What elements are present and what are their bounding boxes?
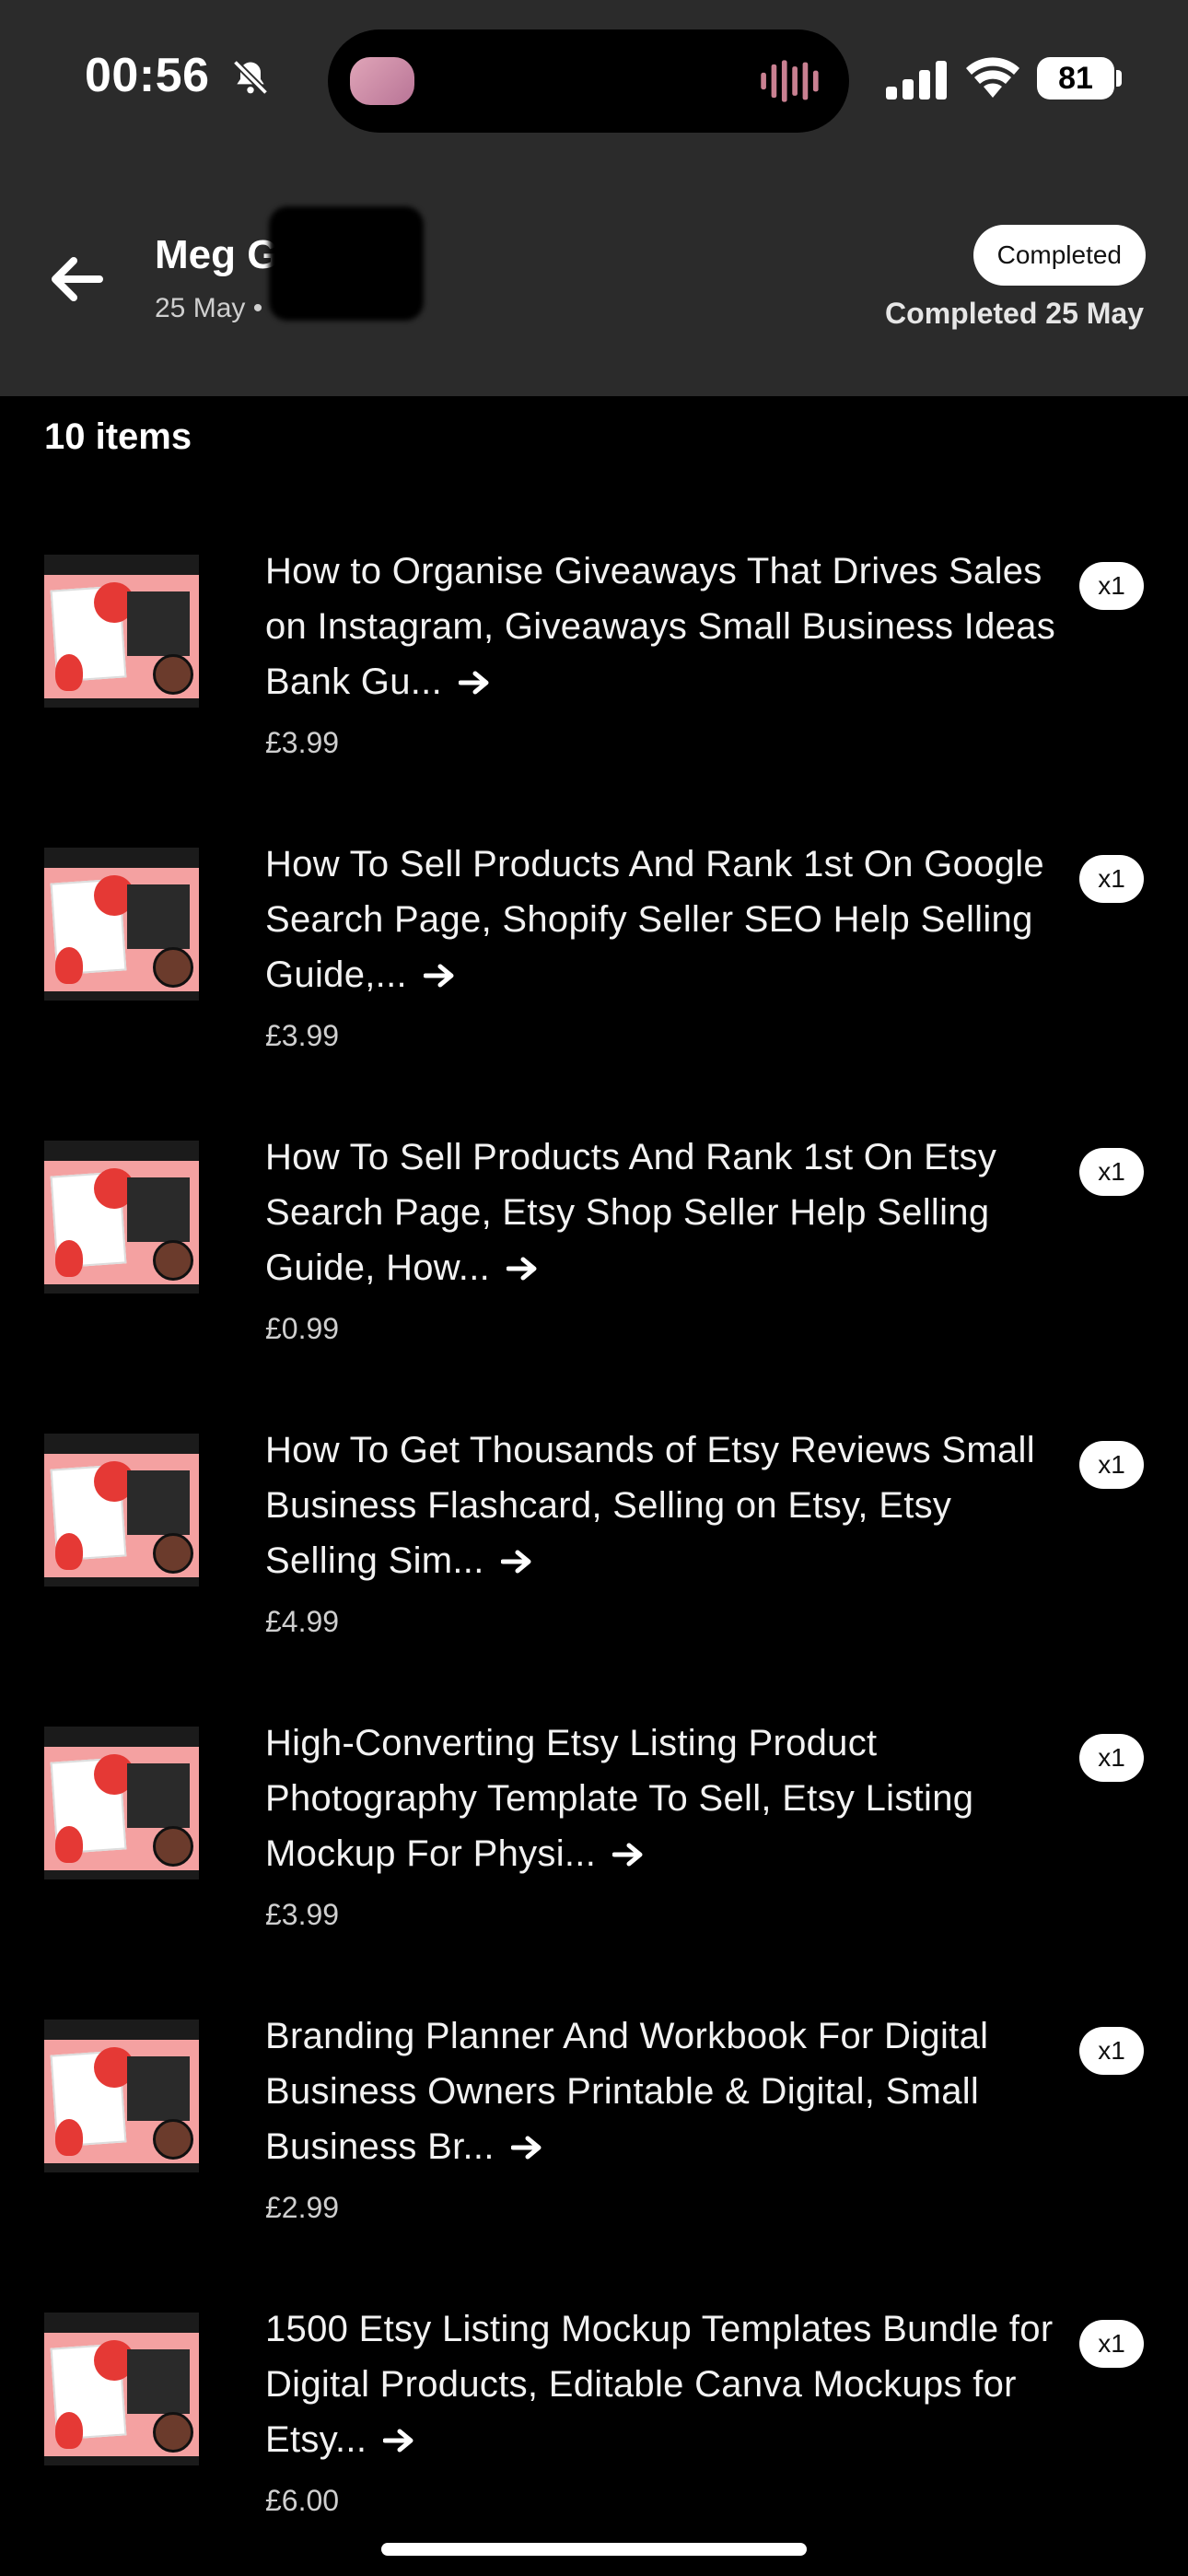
- product-title[interactable]: 1500 Etsy Listing Mockup Templates Bundl…: [265, 2301, 1057, 2467]
- items-count: 10 items: [44, 416, 192, 457]
- status-bar: 00:56 81: [0, 0, 1188, 157]
- order-item[interactable]: 1500 Etsy Listing Mockup Templates Bundl…: [0, 2283, 1188, 2576]
- now-playing-artwork-icon: [350, 57, 414, 105]
- quantity-badge: x1: [1079, 855, 1144, 903]
- quantity-badge: x1: [1079, 2027, 1144, 2075]
- product-thumbnail[interactable]: [44, 555, 199, 708]
- product-price: £3.99: [265, 726, 340, 759]
- status-badge: Completed: [973, 225, 1146, 286]
- arrow-right-icon: [500, 1550, 531, 1574]
- product-title[interactable]: Branding Planner And Workbook For Digita…: [265, 2008, 1057, 2174]
- arrow-right-icon: [423, 964, 454, 988]
- product-price: £2.99: [265, 2191, 340, 2224]
- product-price: £3.99: [265, 1898, 340, 1931]
- order-item[interactable]: How To Sell Products And Rank 1st On Ets…: [0, 1111, 1188, 1404]
- order-header: 00:56 81 Meg G 25 May • Completed Comple…: [0, 0, 1188, 396]
- home-indicator[interactable]: [381, 2543, 807, 2556]
- order-item[interactable]: High-Converting Etsy Listing Product Pho…: [0, 1697, 1188, 1990]
- wifi-icon: [966, 57, 1019, 98]
- battery-level: 81: [1037, 57, 1114, 100]
- battery-cap: [1116, 70, 1122, 87]
- product-thumbnail[interactable]: [44, 1727, 199, 1879]
- dynamic-island[interactable]: [328, 29, 849, 133]
- product-thumbnail[interactable]: [44, 1434, 199, 1587]
- arrow-right-icon: [510, 2136, 542, 2160]
- product-price: £0.99: [265, 1312, 340, 1345]
- product-thumbnail[interactable]: [44, 1141, 199, 1294]
- clock: 00:56: [85, 49, 210, 102]
- arrow-right-icon: [383, 2429, 413, 2453]
- product-thumbnail[interactable]: [44, 2020, 199, 2172]
- quantity-badge: x1: [1079, 1441, 1144, 1489]
- quantity-badge: x1: [1079, 562, 1144, 610]
- product-title[interactable]: High-Converting Etsy Listing Product Pho…: [265, 1715, 1057, 1881]
- product-thumbnail[interactable]: [44, 2313, 199, 2465]
- product-price: £4.99: [265, 1605, 340, 1638]
- quantity-badge: x1: [1079, 1148, 1144, 1196]
- product-title[interactable]: How To Get Thousands of Etsy Reviews Sma…: [265, 1423, 1057, 1588]
- customer-name: Meg G: [155, 232, 279, 277]
- arrow-right-icon: [612, 1843, 643, 1867]
- product-price: £3.99: [265, 1019, 340, 1052]
- back-arrow-icon[interactable]: [44, 247, 109, 311]
- product-price: £6.00: [265, 2484, 340, 2517]
- order-item[interactable]: How To Sell Products And Rank 1st On Goo…: [0, 818, 1188, 1111]
- cellular-signal-icon: [886, 61, 947, 100]
- arrow-right-icon: [458, 671, 489, 695]
- audio-waveform-icon: [761, 60, 819, 102]
- quantity-badge: x1: [1079, 2320, 1144, 2368]
- bell-muted-icon: [232, 59, 269, 96]
- order-item[interactable]: How to Organise Giveaways That Drives Sa…: [0, 525, 1188, 818]
- order-date: 25 May •: [155, 293, 263, 323]
- order-items-list: How to Organise Giveaways That Drives Sa…: [0, 525, 1188, 2576]
- product-thumbnail[interactable]: [44, 848, 199, 1001]
- quantity-badge: x1: [1079, 1734, 1144, 1782]
- product-title[interactable]: How To Sell Products And Rank 1st On Ets…: [265, 1130, 1057, 1295]
- order-item[interactable]: Branding Planner And Workbook For Digita…: [0, 1990, 1188, 2283]
- redacted-overlay: [269, 206, 424, 321]
- product-title[interactable]: How To Sell Products And Rank 1st On Goo…: [265, 837, 1057, 1002]
- completed-date: Completed 25 May: [885, 297, 1144, 330]
- product-title[interactable]: How to Organise Giveaways That Drives Sa…: [265, 544, 1057, 709]
- arrow-right-icon: [507, 1257, 537, 1281]
- order-item[interactable]: How To Get Thousands of Etsy Reviews Sma…: [0, 1404, 1188, 1697]
